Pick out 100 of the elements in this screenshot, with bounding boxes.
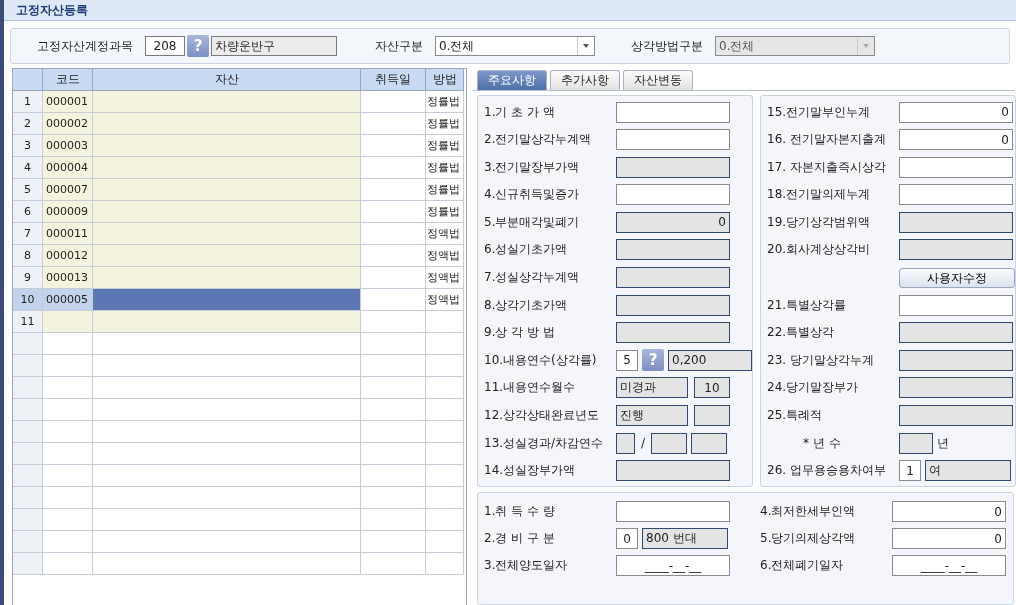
user-edit-button[interactable]: 사용자수정 <box>899 267 1015 288</box>
filter-label: 자산구분 <box>375 37 423 55</box>
input-field[interactable] <box>899 156 1013 178</box>
field-label: 1.기 초 가 액 <box>484 103 556 121</box>
table-cell <box>43 553 93 575</box>
input-field[interactable] <box>899 349 1013 371</box>
table-cell[interactable] <box>93 311 361 333</box>
input-field[interactable] <box>899 322 1013 344</box>
column-header[interactable]: 코드 <box>43 69 93 91</box>
input-field[interactable] <box>651 432 688 454</box>
input-field: 진행 <box>616 405 688 427</box>
input-field[interactable] <box>616 239 730 261</box>
table-cell[interactable] <box>93 91 361 113</box>
table-cell[interactable] <box>93 289 361 311</box>
table-cell[interactable]: 000001 <box>43 91 93 113</box>
table-cell <box>361 245 426 267</box>
input-field[interactable] <box>899 377 1013 399</box>
input-field[interactable]: ____-__-__ <box>892 555 1006 577</box>
table-cell[interactable] <box>93 179 361 201</box>
row-number: 1 <box>13 91 43 113</box>
table-cell[interactable]: 000012 <box>43 245 93 267</box>
table-cell[interactable] <box>43 311 93 333</box>
field-label: * 년 수 <box>802 434 842 452</box>
dropdown[interactable]: 0.전체 <box>435 36 595 56</box>
table-cell[interactable] <box>93 113 361 135</box>
separator-text: / <box>641 436 646 451</box>
input-field[interactable]: 0 <box>892 528 1006 550</box>
input-field[interactable]: 0 <box>899 129 1013 151</box>
table-cell <box>426 487 464 509</box>
table-cell <box>361 113 426 135</box>
name-field: 800 번대 <box>642 528 728 550</box>
input-field[interactable] <box>899 184 1013 206</box>
tab[interactable]: 추가사항 <box>550 70 620 90</box>
table-cell[interactable]: 000013 <box>43 267 93 289</box>
table-cell <box>361 465 426 487</box>
table-cell[interactable] <box>93 223 361 245</box>
input-field[interactable] <box>899 405 1013 427</box>
tab[interactable]: 주요사항 <box>477 70 547 90</box>
table-cell[interactable] <box>93 135 361 157</box>
code-field[interactable]: 208 <box>145 36 185 56</box>
table-cell[interactable]: 000009 <box>43 201 93 223</box>
table-cell <box>426 553 464 575</box>
field-label: 23. 당기말상각누계 <box>767 351 875 369</box>
input-field[interactable] <box>616 101 730 123</box>
years-field[interactable] <box>899 432 933 454</box>
table-cell[interactable]: 000002 <box>43 113 93 135</box>
row-header <box>13 399 43 421</box>
table-cell <box>426 509 464 531</box>
table-cell[interactable]: 000007 <box>43 179 93 201</box>
input-field[interactable]: 0 <box>616 211 730 233</box>
table-cell[interactable] <box>93 267 361 289</box>
input-field[interactable] <box>616 129 730 151</box>
table-cell[interactable] <box>93 157 361 179</box>
table-cell[interactable]: 000005 <box>43 289 93 311</box>
field-label: 18.전기말의제누계 <box>767 186 872 204</box>
field-label: 6.성실기초가액 <box>484 241 569 259</box>
row-header <box>13 377 43 399</box>
table-cell <box>361 267 426 289</box>
tab[interactable]: 자산변동 <box>623 70 693 90</box>
table-cell[interactable]: 000003 <box>43 135 93 157</box>
input-field[interactable] <box>616 501 730 523</box>
field-label: 2.경 비 구 분 <box>484 530 556 548</box>
table-cell[interactable]: 000011 <box>43 223 93 245</box>
table-cell <box>43 377 93 399</box>
field-label: 4.최저한세부인액 <box>760 503 857 521</box>
table-cell <box>426 311 464 333</box>
code-field[interactable]: 1 <box>899 460 921 482</box>
field-label: 12.상각상태완료년도 <box>484 407 601 425</box>
table-cell[interactable] <box>93 245 361 267</box>
table-cell: 정률법 <box>426 91 464 113</box>
input-field[interactable] <box>899 239 1013 261</box>
input-field[interactable] <box>616 294 730 316</box>
input-field[interactable] <box>616 267 730 289</box>
code-field[interactable]: 5 <box>616 349 638 371</box>
column-header[interactable]: 취득일 <box>361 69 426 91</box>
table-cell <box>43 487 93 509</box>
input-field[interactable] <box>616 184 730 206</box>
input-field[interactable] <box>899 211 1013 233</box>
table-cell[interactable] <box>93 201 361 223</box>
input-field[interactable]: ____-__-__ <box>616 555 730 577</box>
code-field[interactable]: 0 <box>616 528 638 550</box>
column-header[interactable]: 자산 <box>93 69 361 91</box>
input-field[interactable] <box>616 432 635 454</box>
column-header[interactable]: 방법 <box>426 69 464 91</box>
table-cell <box>361 377 426 399</box>
table-cell[interactable]: 000004 <box>43 157 93 179</box>
table-cell <box>43 355 93 377</box>
input-field[interactable] <box>899 294 1013 316</box>
row-header <box>13 487 43 509</box>
input-field[interactable]: 0 <box>892 501 1006 523</box>
input-field[interactable] <box>691 432 728 454</box>
field-label: 7.성실상각누계액 <box>484 269 581 287</box>
input-field: 미경과 <box>616 377 688 399</box>
row-header <box>13 531 43 553</box>
table-cell: 정률법 <box>426 201 464 223</box>
input-field[interactable]: 0 <box>899 101 1013 123</box>
input-field[interactable] <box>616 460 730 482</box>
table-cell <box>43 443 93 465</box>
input-field[interactable] <box>616 156 730 178</box>
input-field[interactable] <box>616 322 730 344</box>
